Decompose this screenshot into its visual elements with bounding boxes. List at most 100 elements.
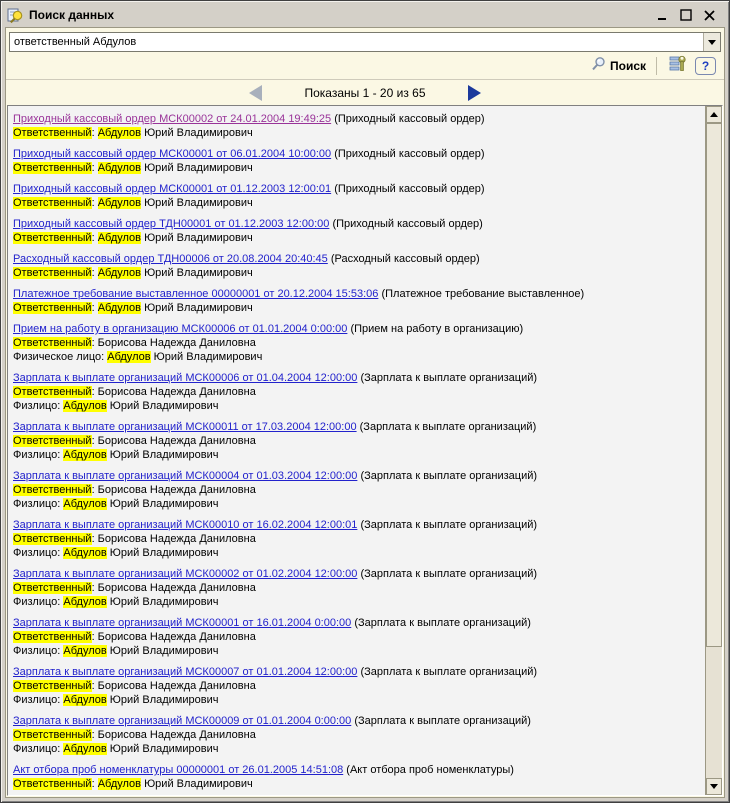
- search-query-text[interactable]: ответственный Абдулов: [10, 33, 703, 51]
- result-detail-line: Физлицо: Абдулов Юрий Владимирович: [13, 742, 700, 756]
- search-input[interactable]: ответственный Абдулов: [9, 32, 721, 52]
- scrollbar-thumb[interactable]: [706, 123, 722, 647]
- result-item: Зарплата к выплате организаций МСК00011 …: [13, 420, 700, 462]
- result-type: (Прием на работу в организацию): [350, 323, 523, 335]
- result-item: Приходный кассовый ордер МСК00001 от 01.…: [13, 182, 700, 210]
- settings-wrench-icon: [669, 55, 687, 77]
- result-type: (Приходный кассовый ордер): [334, 113, 484, 125]
- result-link[interactable]: Зарплата к выплате организаций МСК00004 …: [13, 470, 357, 482]
- minimize-button[interactable]: [656, 8, 670, 22]
- toolbar-separator: [656, 57, 657, 75]
- result-link[interactable]: Зарплата к выплате организаций МСК00011 …: [13, 421, 357, 433]
- result-item: Зарплата к выплате организаций МСК00006 …: [13, 371, 700, 413]
- prev-page-button[interactable]: [249, 85, 262, 101]
- result-detail-line: Ответственный: Борисова Надежда Даниловн…: [13, 483, 700, 497]
- triangle-up-icon: [710, 112, 718, 117]
- pagination-label: Показаны 1 - 20 из 65: [304, 86, 425, 100]
- result-item: Зарплата к выплате организаций МСК00007 …: [13, 665, 700, 707]
- highlight: Абдулов: [98, 162, 141, 174]
- vertical-scrollbar[interactable]: [705, 106, 722, 795]
- highlight: Абдулов: [107, 351, 150, 363]
- result-link[interactable]: Зарплата к выплате организаций МСК00001 …: [13, 617, 351, 629]
- combo-dropdown-button[interactable]: [703, 33, 720, 51]
- highlight: Ответственный: [13, 778, 92, 790]
- toolbar: Поиск ?: [6, 54, 724, 79]
- search-document-icon: [7, 7, 24, 24]
- result-item: Акт отбора проб номенклатуры 00000001 от…: [13, 763, 700, 791]
- result-link[interactable]: Прием на работу в организацию МСК00006 о…: [13, 323, 347, 335]
- client-area: ответственный Абдулов Поиск: [5, 27, 725, 798]
- result-detail-line: Физическое лицо: Абдулов Юрий Владимиров…: [13, 350, 700, 364]
- highlight: Абдулов: [98, 232, 141, 244]
- result-link[interactable]: Зарплата к выплате организаций МСК00010 …: [13, 519, 357, 531]
- result-detail-line: Ответственный: Абдулов Юрий Владимирович: [13, 301, 700, 315]
- result-link[interactable]: Зарплата к выплате организаций МСК00009 …: [13, 715, 351, 727]
- search-button[interactable]: Поиск: [590, 56, 646, 77]
- highlight: Абдулов: [98, 267, 141, 279]
- result-detail-line: Ответственный: Борисова Надежда Даниловн…: [13, 532, 700, 546]
- highlight: Ответственный: [13, 680, 92, 692]
- highlight: Ответственный: [13, 337, 92, 349]
- result-link[interactable]: Приходный кассовый ордер МСК00001 от 06.…: [13, 148, 331, 160]
- scroll-up-button[interactable]: [706, 106, 722, 123]
- highlight: Абдулов: [63, 743, 106, 755]
- result-link[interactable]: Приходный кассовый ордер МСК00002 от 24.…: [13, 113, 331, 125]
- result-link[interactable]: Зарплата к выплате организаций МСК00006 …: [13, 372, 357, 384]
- help-button[interactable]: ?: [695, 57, 716, 75]
- highlight: Ответственный: [13, 631, 92, 643]
- result-type: (Зарплата к выплате организаций): [360, 519, 537, 531]
- result-link[interactable]: Зарплата к выплате организаций МСК00007 …: [13, 666, 357, 678]
- highlight: Абдулов: [63, 596, 106, 608]
- magnifier-icon: [590, 56, 606, 77]
- result-item: Расходный кассовый ордер ТДН00006 от 20.…: [13, 252, 700, 280]
- question-icon: ?: [702, 59, 709, 73]
- results-list: Приходный кассовый ордер МСК00002 от 24.…: [8, 106, 704, 795]
- result-item: Зарплата к выплате организаций МСК00001 …: [13, 616, 700, 658]
- result-link[interactable]: Зарплата к выплате организаций МСК00002 …: [13, 568, 357, 580]
- result-detail-line: Ответственный: Абдулов Юрий Владимирович: [13, 161, 700, 175]
- result-type: (Зарплата к выплате организаций): [360, 666, 537, 678]
- result-link[interactable]: Платежное требование выставленное 000000…: [13, 288, 378, 300]
- highlight: Абдулов: [63, 400, 106, 412]
- highlight: Абдулов: [63, 498, 106, 510]
- result-detail-line: Ответственный: Абдулов Юрий Владимирович: [13, 231, 700, 245]
- result-link[interactable]: Приходный кассовый ордер ТДН00001 от 01.…: [13, 218, 329, 230]
- result-item: Зарплата к выплате организаций МСК00004 …: [13, 469, 700, 511]
- result-type: (Зарплата к выплате организаций): [360, 372, 537, 384]
- highlight: Ответственный: [13, 729, 92, 741]
- result-item: Зарплата к выплате организаций МСК00002 …: [13, 567, 700, 609]
- search-results-panel: Приходный кассовый ордер МСК00002 от 24.…: [7, 105, 723, 796]
- scroll-down-button[interactable]: [706, 778, 722, 795]
- result-type: (Приходный кассовый ордер): [334, 148, 484, 160]
- highlight: Ответственный: [13, 533, 92, 545]
- result-type: (Приходный кассовый ордер): [332, 218, 482, 230]
- result-type: (Зарплата к выплате организаций): [360, 421, 537, 433]
- close-button[interactable]: [702, 8, 716, 22]
- window-title: Поиск данных: [29, 8, 651, 22]
- highlight: Абдулов: [98, 127, 141, 139]
- highlight: Абдулов: [98, 302, 141, 314]
- result-detail-line: Ответственный: Абдулов Юрий Владимирович: [13, 777, 700, 791]
- search-button-label: Поиск: [610, 59, 646, 73]
- result-type: (Расходный кассовый ордер): [331, 253, 480, 265]
- result-type: (Платежное требование выставленное): [381, 288, 584, 300]
- result-item: Зарплата к выплате организаций МСК00009 …: [13, 714, 700, 756]
- settings-button[interactable]: [667, 56, 689, 76]
- result-item: Прием на работу в организацию МСК00006 о…: [13, 322, 700, 364]
- next-page-button[interactable]: [468, 85, 481, 101]
- highlight: Ответственный: [13, 127, 92, 139]
- highlight: Ответственный: [13, 197, 92, 209]
- result-detail-line: Ответственный: Борисова Надежда Даниловн…: [13, 434, 700, 448]
- result-link[interactable]: Приходный кассовый ордер МСК00001 от 01.…: [13, 183, 331, 195]
- highlight: Абдулов: [63, 547, 106, 559]
- pagination-bar: Показаны 1 - 20 из 65: [6, 79, 724, 105]
- maximize-button[interactable]: [679, 8, 693, 22]
- result-detail-line: Физлицо: Абдулов Юрий Владимирович: [13, 693, 700, 707]
- result-link[interactable]: Акт отбора проб номенклатуры 00000001 от…: [13, 764, 343, 776]
- search-window: Поиск данных ответственный Абдулов: [0, 0, 730, 803]
- result-detail-line: Физлицо: Абдулов Юрий Владимирович: [13, 448, 700, 462]
- result-link[interactable]: Расходный кассовый ордер ТДН00006 от 20.…: [13, 253, 328, 265]
- highlight: Ответственный: [13, 582, 92, 594]
- result-detail-line: Физлицо: Абдулов Юрий Владимирович: [13, 399, 700, 413]
- result-item: Приходный кассовый ордер ТДН00001 от 01.…: [13, 217, 700, 245]
